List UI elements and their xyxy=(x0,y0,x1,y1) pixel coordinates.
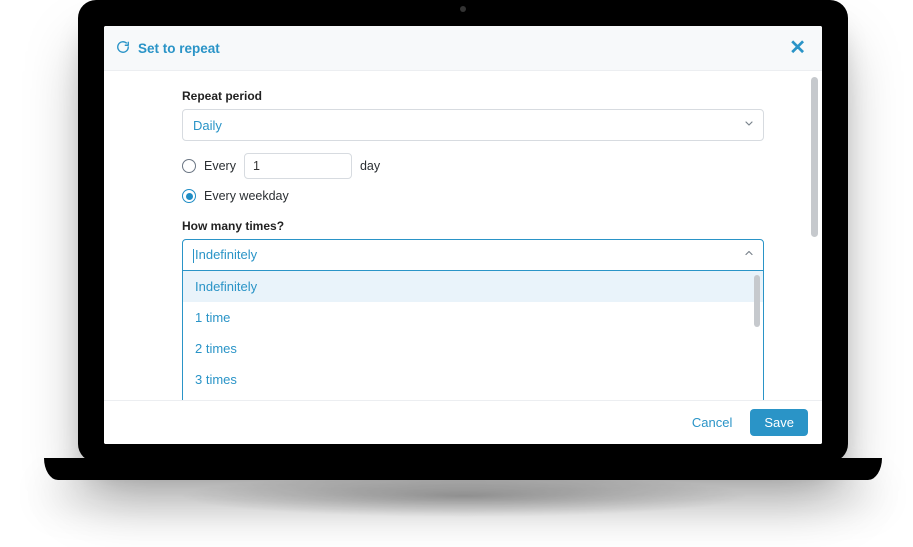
save-button[interactable]: Save xyxy=(750,409,808,436)
how-many-input[interactable]: Indefinitely xyxy=(182,239,764,271)
list-item[interactable]: 1 time xyxy=(183,302,763,333)
list-item[interactable]: 4 times xyxy=(183,395,763,400)
list-item[interactable]: 2 times xyxy=(183,333,763,364)
repeat-icon xyxy=(116,40,130,57)
how-many-value: Indefinitely xyxy=(193,247,257,263)
dialog-title: Set to repeat xyxy=(138,41,220,56)
laptop-base xyxy=(44,458,882,480)
weekday-label: Every weekday xyxy=(204,189,289,203)
frequency-option-weekday[interactable]: Every weekday xyxy=(182,189,764,203)
close-button[interactable]: ✕ xyxy=(787,36,808,60)
every-count-input[interactable] xyxy=(244,153,352,179)
how-many-label: How many times? xyxy=(182,219,764,233)
chevron-down-icon xyxy=(743,118,755,133)
camera-dot xyxy=(460,6,466,12)
every-label: Every xyxy=(204,159,236,173)
how-many-dropdown: Indefinitely 1 time 2 times 3 times 4 ti… xyxy=(182,271,764,400)
repeat-period-value: Daily xyxy=(193,118,222,133)
repeat-period-label: Repeat period xyxy=(182,89,764,103)
chevron-up-icon xyxy=(743,246,755,264)
dialog-window: Set to repeat ✕ Repeat period Daily Ever… xyxy=(104,26,822,444)
repeat-period-select[interactable]: Daily xyxy=(182,109,764,141)
scroll-thumb[interactable] xyxy=(811,77,818,237)
every-unit: day xyxy=(360,159,380,173)
laptop-frame: Set to repeat ✕ Repeat period Daily Ever… xyxy=(78,0,848,462)
frequency-option-every[interactable]: Every day xyxy=(182,153,764,179)
close-icon: ✕ xyxy=(789,37,806,59)
dropdown-scrollbar[interactable] xyxy=(754,275,760,327)
list-item[interactable]: Indefinitely xyxy=(183,271,763,302)
text-cursor xyxy=(193,249,194,263)
how-many-combobox[interactable]: Indefinitely Indefinitely 1 time 2 times… xyxy=(182,239,764,400)
dialog-footer: Cancel Save xyxy=(104,400,822,444)
dialog-scrollbar[interactable] xyxy=(811,77,818,400)
radio-checked-icon xyxy=(182,189,196,203)
laptop-shadow xyxy=(60,472,868,532)
radio-unchecked-icon xyxy=(182,159,196,173)
dialog-title-wrap: Set to repeat xyxy=(116,40,220,57)
cancel-button[interactable]: Cancel xyxy=(684,409,740,436)
dialog-header: Set to repeat ✕ xyxy=(104,26,822,71)
list-item[interactable]: 3 times xyxy=(183,364,763,395)
dialog-body: Repeat period Daily Every day Every week… xyxy=(104,71,822,400)
